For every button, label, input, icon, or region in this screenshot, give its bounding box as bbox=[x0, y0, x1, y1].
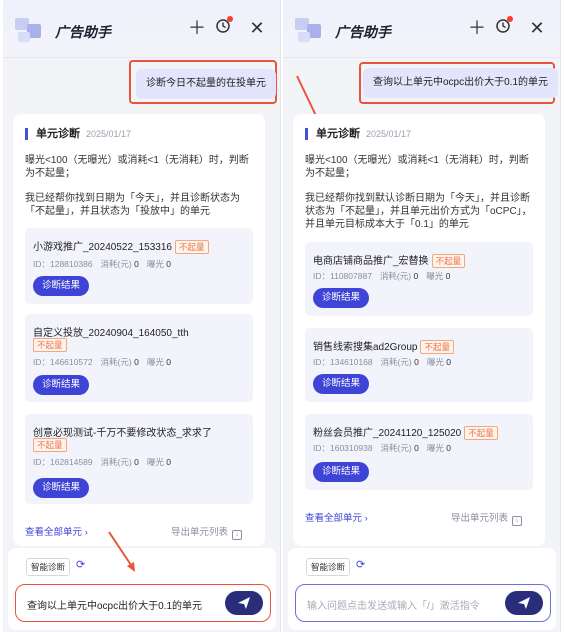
found-text: 我已经帮你找到日期为「今天」，并且诊断状态为「不起量」，并且状态为「投放中」的单… bbox=[25, 193, 240, 217]
diagnosis-result-button[interactable]: 诊断结果 bbox=[33, 478, 90, 498]
message-input[interactable]: 输入问题点击发送或输入「/」激活指令 bbox=[295, 584, 551, 622]
status-badge: 不起量 bbox=[464, 426, 498, 441]
unit-meta: ID：146610572 消耗(元) 0 曝光 0 bbox=[33, 357, 171, 367]
section-date: 2025/01/17 bbox=[86, 129, 132, 139]
unit-card: 创意必现测试-千万不要修改状态_求求了 不起量 ID：162814589 消耗(元… bbox=[25, 414, 253, 504]
unit-card: 粉丝会员推广_20241120_125020 不起量 ID：160310938 消耗… bbox=[305, 414, 533, 490]
diagnosis-result-button[interactable]: 诊断结果 bbox=[33, 276, 90, 296]
chevron-right-icon: › bbox=[364, 513, 368, 524]
notification-dot bbox=[507, 16, 513, 22]
composer: 智能诊断 ⟳ 输入问题点击发送或输入「/」激活指令 bbox=[288, 548, 556, 630]
unit-name: 粉丝会员推广_20241120_125020 不起量 bbox=[313, 424, 498, 441]
diagnosis-result-button[interactable]: 诊断结果 bbox=[33, 375, 90, 395]
close-icon[interactable]: ✕ bbox=[247, 18, 267, 38]
refresh-icon[interactable]: ⟳ bbox=[76, 558, 85, 572]
smart-diagnosis-chip[interactable]: 智能诊断 bbox=[26, 558, 71, 576]
rule-text: 曝光<100（无曝光）或消耗<1（无消耗）时，判断为不起量； bbox=[25, 155, 249, 179]
found-text: 我已经帮你找到默认诊断日期为「今天」，并且诊断状态为「不起量」，并且单元出价方式… bbox=[305, 193, 532, 230]
unit-meta: ID：134610168 消耗(元) 0 曝光 0 bbox=[313, 357, 451, 367]
section-title: 单元诊断 2025/01/17 bbox=[305, 128, 411, 140]
unit-meta: ID：162814589 消耗(元) 0 曝光 0 bbox=[33, 457, 171, 467]
view-all-units-link[interactable]: 查看全部单元 › bbox=[305, 510, 368, 524]
send-button[interactable] bbox=[505, 591, 543, 615]
download-icon: ↓ bbox=[232, 530, 243, 540]
unit-card: 电商店铺商品推广_宏替换 不起量 ID：110807887 消耗(元) 0 曝光 0 … bbox=[305, 242, 533, 316]
diagnosis-result-button[interactable]: 诊断结果 bbox=[313, 288, 370, 308]
input-value: 查询以上单元中ocpc出价大于0.1的单元 bbox=[27, 601, 203, 612]
annotation-arrow bbox=[108, 531, 135, 572]
status-badge: 不起量 bbox=[431, 254, 466, 269]
send-icon bbox=[238, 597, 250, 609]
export-units-button[interactable]: 导出单元列表 ↓ bbox=[451, 510, 523, 526]
unit-name: 销售线索搜集ad2Group 不起量 bbox=[313, 338, 454, 355]
input-placeholder: 输入问题点击发送或输入「/」激活指令 bbox=[307, 601, 480, 612]
view-all-units-link[interactable]: 查看全部单元 › bbox=[25, 524, 88, 538]
plus-icon[interactable]: ＋ bbox=[187, 18, 207, 38]
app-logo bbox=[15, 18, 45, 44]
notification-dot bbox=[227, 16, 233, 22]
diagnosis-result-button[interactable]: 诊断结果 bbox=[313, 374, 370, 394]
user-message: 查询以上单元中ocpc出价大于0.1的单元 bbox=[363, 68, 559, 98]
close-icon[interactable]: ✕ bbox=[527, 18, 547, 38]
unit-name: 电商店铺商品推广_宏替换 不起量 bbox=[313, 252, 466, 269]
export-units-button[interactable]: 导出单元列表 ↓ bbox=[171, 524, 243, 540]
diagnosis-card: 单元诊断 2025/01/17 曝光<100（无曝光）或消耗<1（无消耗）时，判断… bbox=[293, 114, 545, 546]
user-message: 诊断今日不起量的在投单元 bbox=[136, 69, 276, 99]
chat-panel-right: 广告助手 ＋ ✕ 查询以上单元中ocpc出价大于0.1的单元 单元诊断 2025/… bbox=[283, 0, 561, 632]
diagnosis-result-button[interactable]: 诊断结果 bbox=[313, 462, 370, 482]
send-icon bbox=[518, 597, 530, 609]
message-input[interactable]: 查询以上单元中ocpc出价大于0.1的单元 bbox=[15, 584, 271, 622]
refresh-icon[interactable]: ⟳ bbox=[356, 558, 365, 572]
app-logo bbox=[295, 18, 325, 44]
chat-panel-left: 广告助手 ＋ ✕ 诊断今日不起量的在投单元 单元诊断 2025/01/17 曝光<… bbox=[3, 0, 281, 632]
unit-meta: ID：128810386 消耗(元) 0 曝光 0 bbox=[33, 259, 171, 269]
chevron-right-icon: › bbox=[84, 527, 88, 538]
unit-name: 小游戏推广_20240522_153316 不起量 bbox=[33, 238, 209, 255]
send-button[interactable] bbox=[225, 591, 263, 615]
clock-icon[interactable] bbox=[213, 16, 233, 38]
status-badge: 不起量 bbox=[33, 438, 67, 452]
unit-name: 创意必现测试-千万不要修改状态_求求了 bbox=[33, 428, 212, 439]
status-badge: 不起量 bbox=[33, 338, 67, 352]
clock-icon[interactable] bbox=[493, 16, 513, 38]
panel-header: 广告助手 ＋ ✕ bbox=[3, 0, 280, 58]
panel-header: 广告助手 ＋ ✕ bbox=[283, 0, 560, 58]
status-badge: 不起量 bbox=[420, 340, 454, 355]
section-title: 单元诊断 2025/01/17 bbox=[25, 128, 131, 140]
download-icon: ↓ bbox=[512, 516, 523, 526]
unit-card: 销售线索搜集ad2Group 不起量 ID：134610168 消耗(元) 0 曝光 … bbox=[305, 328, 533, 402]
status-badge: 不起量 bbox=[174, 240, 209, 255]
unit-name: 自定义投放_20240904_164050_tth bbox=[33, 328, 189, 339]
unit-card: 自定义投放_20240904_164050_tth 不起量 ID：1466105… bbox=[25, 314, 253, 402]
diagnosis-card: 单元诊断 2025/01/17 曝光<100（无曝光）或消耗<1（无消耗）时，判断… bbox=[13, 114, 265, 546]
section-date: 2025/01/17 bbox=[366, 129, 412, 139]
unit-card: 小游戏推广_20240522_153316 不起量 ID：128810386 消耗(… bbox=[25, 228, 253, 304]
app-title: 广告助手 bbox=[55, 24, 111, 40]
plus-icon[interactable]: ＋ bbox=[467, 18, 487, 38]
rule-text: 曝光<100（无曝光）或消耗<1（无消耗）时，判断为不起量； bbox=[305, 155, 529, 179]
unit-meta: ID：160310938 消耗(元) 0 曝光 0 bbox=[313, 443, 451, 453]
unit-meta: ID：110807887 消耗(元) 0 曝光 0 bbox=[313, 271, 451, 281]
app-title: 广告助手 bbox=[335, 24, 391, 40]
smart-diagnosis-chip[interactable]: 智能诊断 bbox=[306, 558, 351, 576]
